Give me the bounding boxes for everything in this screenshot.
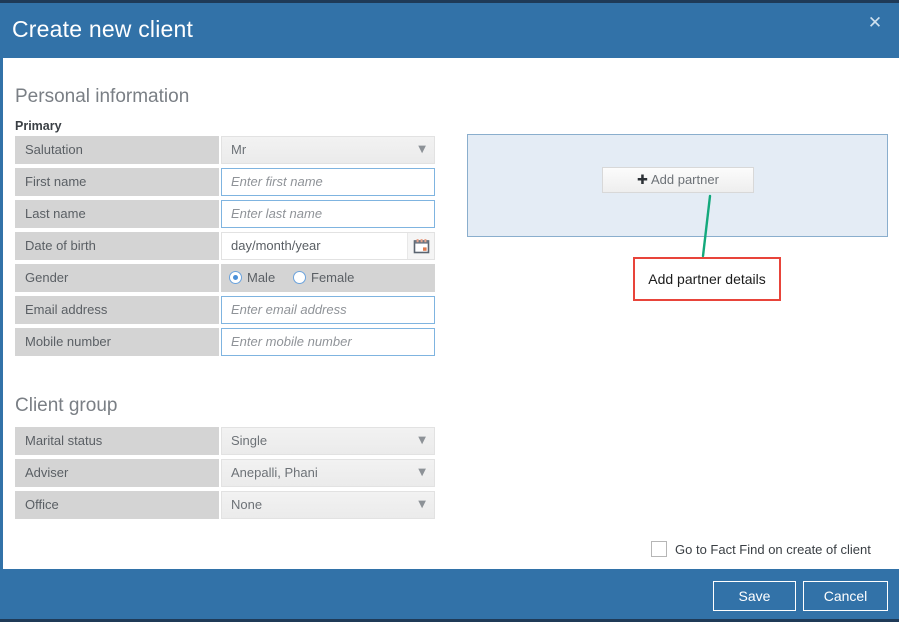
mobile-number-input[interactable]: Enter mobile number (221, 328, 435, 356)
field-label-email-address: Email address (15, 296, 219, 324)
chevron-down-icon: ▼ (418, 435, 426, 446)
dialog-footer: Save Cancel (0, 569, 899, 622)
field-value-first-name: Enter first name (221, 168, 435, 196)
first-name-input[interactable]: Enter first name (221, 168, 435, 196)
field-value-mobile-number: Enter mobile number (221, 328, 435, 356)
field-row-last-name: Last name Enter last name (15, 200, 435, 228)
field-value-adviser: Anepalli, Phani ▼ (221, 459, 435, 487)
create-new-client-dialog: Create new client ✕ Personal information… (0, 0, 899, 622)
field-row-gender: Gender Male Female (15, 264, 435, 292)
field-value-office: None ▼ (221, 491, 435, 519)
marital-status-select-value: Single (231, 433, 268, 448)
plus-icon: ✚ (637, 173, 648, 188)
field-value-last-name: Enter last name (221, 200, 435, 228)
field-label-salutation: Salutation (15, 136, 219, 164)
partner-panel: ✚ Add partner (467, 134, 888, 237)
client-group-heading: Client group (15, 395, 118, 416)
go-to-fact-find-label: Go to Fact Find on create of client (675, 542, 871, 557)
gender-radio-male[interactable]: Male (229, 264, 275, 292)
personal-information-form: Salutation Mr ▼ First name Enter first n… (15, 136, 435, 360)
gender-radio-female-label: Female (311, 270, 355, 285)
gender-radio-female[interactable]: Female (293, 264, 354, 292)
cancel-button[interactable]: Cancel (803, 581, 888, 611)
adviser-select[interactable]: Anepalli, Phani ▼ (221, 459, 435, 487)
chevron-down-icon: ▼ (418, 467, 426, 478)
field-value-salutation: Mr ▼ (221, 136, 435, 164)
client-group-form: Marital status Single ▼ Adviser Anepalli… (15, 427, 435, 523)
adviser-select-value: Anepalli, Phani (231, 465, 318, 480)
dialog-title: Create new client (12, 16, 194, 42)
field-label-gender: Gender (15, 264, 219, 292)
go-to-fact-find-checkbox-row[interactable]: Go to Fact Find on create of client (651, 541, 871, 561)
marital-status-select[interactable]: Single ▼ (221, 427, 435, 455)
field-row-email-address: Email address Enter email address (15, 296, 435, 324)
field-value-date-of-birth: day/month/year (221, 232, 435, 260)
primary-subheading: Primary (15, 119, 62, 133)
office-select-value: None (231, 497, 263, 512)
chevron-down-icon: ▼ (418, 144, 426, 155)
personal-information-heading: Personal information (15, 86, 190, 107)
dialog-body: Personal information Primary Salutation … (0, 58, 899, 569)
date-picker-button[interactable] (407, 233, 434, 259)
field-value-marital-status: Single ▼ (221, 427, 435, 455)
field-label-office: Office (15, 491, 219, 519)
gender-radio-male-label: Male (247, 270, 276, 285)
field-row-marital-status: Marital status Single ▼ (15, 427, 435, 455)
date-of-birth-input[interactable]: day/month/year (221, 232, 435, 260)
field-value-gender: Male Female (221, 264, 435, 292)
annotation-callout-text: Add partner details (648, 271, 766, 287)
radio-unselected-icon (293, 271, 306, 284)
save-button[interactable]: Save (713, 581, 796, 611)
dialog-titlebar: Create new client ✕ (0, 0, 899, 58)
close-icon[interactable]: ✕ (863, 11, 887, 35)
office-select[interactable]: None ▼ (221, 491, 435, 519)
field-label-first-name: First name (15, 168, 219, 196)
chevron-down-icon: ▼ (418, 499, 426, 510)
field-row-salutation: Salutation Mr ▼ (15, 136, 435, 164)
field-label-mobile-number: Mobile number (15, 328, 219, 356)
field-row-adviser: Adviser Anepalli, Phani ▼ (15, 459, 435, 487)
date-of-birth-value: day/month/year (231, 238, 321, 253)
last-name-input[interactable]: Enter last name (221, 200, 435, 228)
annotation-callout: Add partner details (633, 257, 781, 301)
field-row-office: Office None ▼ (15, 491, 435, 519)
email-address-input[interactable]: Enter email address (221, 296, 435, 324)
radio-selected-icon (229, 271, 242, 284)
salutation-select-value: Mr (231, 142, 247, 157)
add-partner-button-label: Add partner (650, 172, 719, 187)
field-label-date-of-birth: Date of birth (15, 232, 219, 260)
field-label-adviser: Adviser (15, 459, 219, 487)
field-row-mobile-number: Mobile number Enter mobile number (15, 328, 435, 356)
field-label-marital-status: Marital status (15, 427, 219, 455)
field-row-first-name: First name Enter first name (15, 168, 435, 196)
field-value-email-address: Enter email address (221, 296, 435, 324)
field-row-date-of-birth: Date of birth day/month/year (15, 232, 435, 260)
salutation-select[interactable]: Mr ▼ (221, 136, 435, 164)
calendar-icon (413, 239, 430, 254)
field-label-last-name: Last name (15, 200, 219, 228)
add-partner-button[interactable]: ✚ Add partner (602, 167, 754, 193)
go-to-fact-find-checkbox[interactable] (651, 541, 667, 557)
